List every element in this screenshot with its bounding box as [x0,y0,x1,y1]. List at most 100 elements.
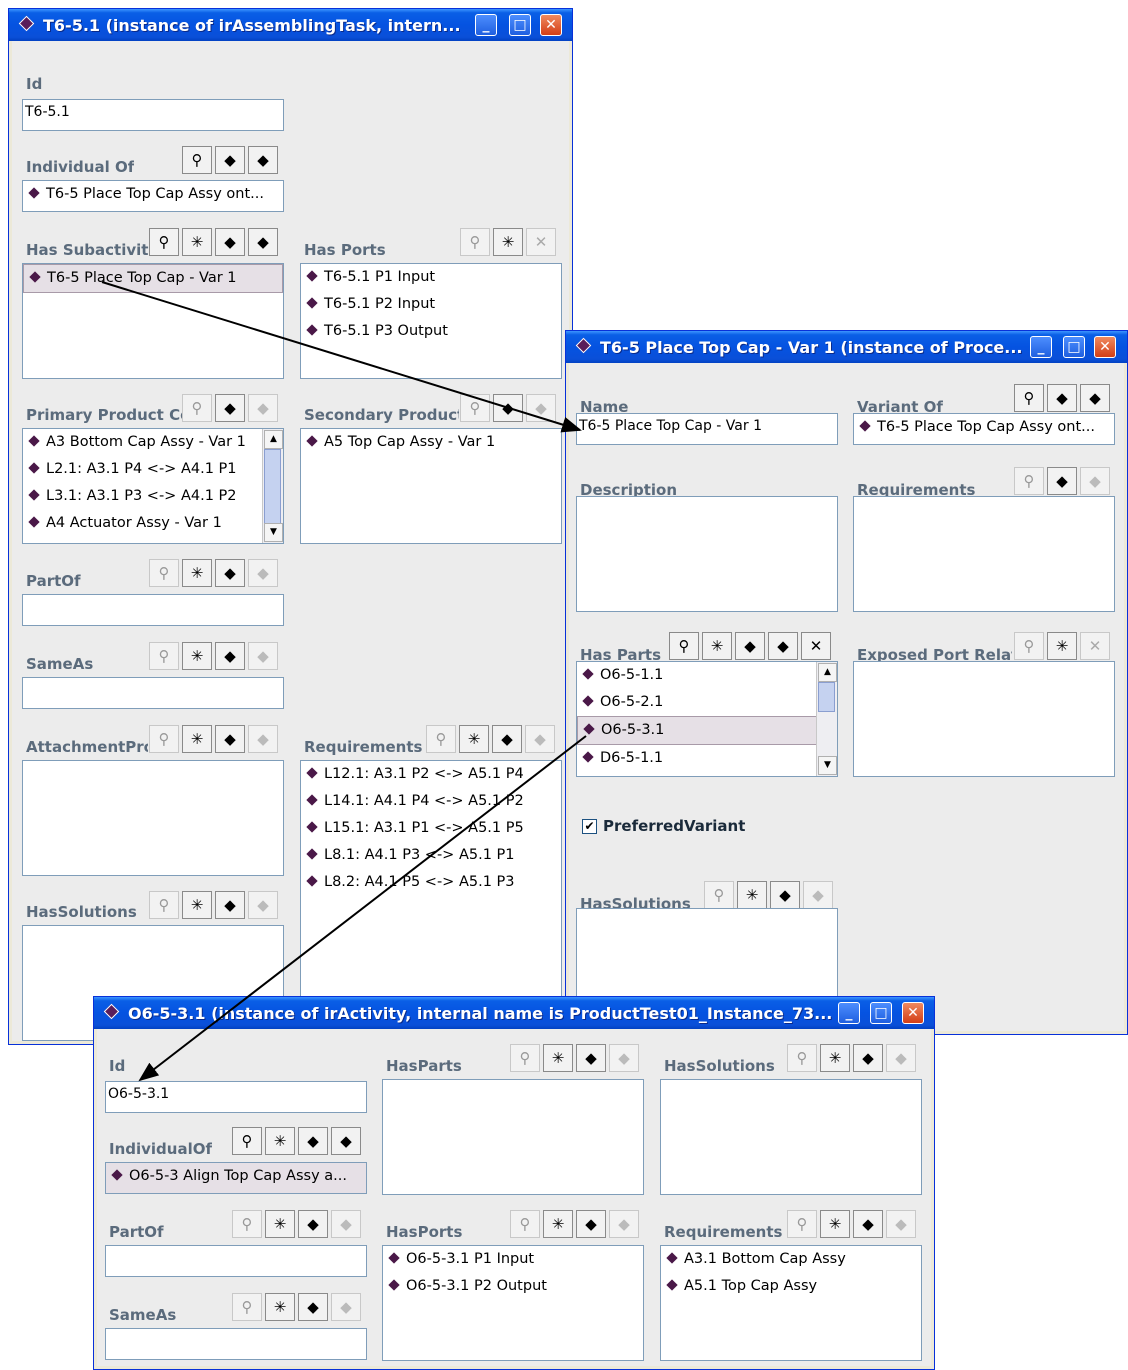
add-icon[interactable]: ◆ [298,1127,328,1155]
find-icon[interactable]: ⚲ [232,1210,262,1238]
close-button[interactable]: ✕ [902,1002,924,1024]
title-bar[interactable]: T6-5 Place Top Cap - Var 1 (instance of … [566,331,1127,363]
name-field[interactable]: T6-5 Place Top Cap - Var 1 [576,413,838,445]
remove-icon[interactable]: ◆ [1080,384,1110,412]
description-field[interactable] [576,496,838,612]
primary-product-list[interactable]: A3 Bottom Cap Assy - Var 1 L2.1: A3.1 P4… [22,428,284,544]
list-item[interactable]: O6-5-3.1 P1 Input [383,1246,643,1273]
list-item[interactable]: L8.1: A4.1 P3 <-> A5.1 P1 [301,842,561,869]
add-icon[interactable]: ◆ [853,1044,883,1072]
find-icon[interactable]: ⚲ [460,394,490,422]
add-icon[interactable]: ◆ [215,559,245,587]
find-icon[interactable]: ⚲ [704,881,734,909]
title-bar[interactable]: T6-5.1 (instance of irAssemblingTask, in… [9,9,572,41]
list-item[interactable]: L12.1: A3.1 P2 <-> A5.1 P4 [301,761,561,788]
find-icon[interactable]: ⚲ [149,228,179,256]
create-icon[interactable]: ✳ [543,1044,573,1072]
add-icon[interactable]: ◆ [735,632,765,660]
remove-icon[interactable]: ◆ [331,1210,361,1238]
find-icon[interactable]: ⚲ [182,394,212,422]
delete-icon[interactable]: ✕ [801,632,831,660]
sameas-field[interactable] [105,1328,367,1360]
minimize-button[interactable]: _ [1030,336,1052,358]
close-button[interactable]: ✕ [1094,336,1116,358]
add-icon[interactable]: ◆ [1047,467,1077,495]
add-icon[interactable]: ◆ [770,881,800,909]
remove-icon[interactable]: ◆ [248,725,278,753]
list-item[interactable]: O6-5-2.1 [577,689,837,716]
secondary-product-list[interactable]: A5 Top Cap Assy - Var 1 [300,428,562,544]
exposed-port-list[interactable] [853,661,1115,777]
partof-field[interactable] [22,594,284,626]
create-icon[interactable]: ✳ [459,725,489,753]
create-icon[interactable]: ✳ [1047,632,1077,660]
list-item[interactable]: T6-5 Place Top Cap - Var 1 [23,264,283,293]
create-icon[interactable]: ✳ [820,1210,850,1238]
create-icon[interactable]: ✳ [493,228,523,256]
remove-icon[interactable]: ◆ [248,146,278,174]
create-icon[interactable]: ✳ [820,1044,850,1072]
find-icon[interactable]: ⚲ [426,725,456,753]
add-icon[interactable]: ◆ [493,394,523,422]
create-icon[interactable]: ✳ [265,1127,295,1155]
list-item[interactable]: L15.1: A3.1 P1 <-> A5.1 P5 [301,815,561,842]
list-item[interactable]: A3.1 Bottom Cap Assy [661,1246,921,1273]
hasports-list[interactable]: O6-5-3.1 P1 Input O6-5-3.1 P2 Output [382,1245,644,1361]
add-icon[interactable]: ◆ [576,1210,606,1238]
add-icon[interactable]: ◆ [215,146,245,174]
add-icon[interactable]: ◆ [215,891,245,919]
partof-field[interactable] [105,1245,367,1277]
list-item[interactable]: L2.1: A3.1 P4 <-> A4.1 P1 [23,456,283,483]
maximize-button[interactable]: □ [870,1002,892,1024]
remove-icon[interactable]: ◆ [1080,467,1110,495]
remove-icon[interactable]: ◆ [886,1210,916,1238]
find-icon[interactable]: ⚲ [510,1210,540,1238]
list-item[interactable]: O6-5-1.1 [577,662,837,689]
add-icon[interactable]: ◆ [215,228,245,256]
list-item[interactable]: A3 Bottom Cap Assy - Var 1 [23,429,283,456]
requirements-list[interactable] [853,496,1115,612]
remove-icon[interactable]: ◆ [525,725,555,753]
remove-icon[interactable]: ◆ [248,228,278,256]
create-icon[interactable]: ✳ [182,559,212,587]
create-icon[interactable]: ✳ [182,725,212,753]
add-icon[interactable]: ◆ [576,1044,606,1072]
list-item[interactable]: L8.2: A4.1 P5 <-> A5.1 P3 [301,869,561,896]
find-icon[interactable]: ⚲ [1014,467,1044,495]
scrollbar[interactable]: ▲ ▼ [816,662,837,776]
list-item[interactable]: D6-5-1.1 [577,745,837,772]
find-icon[interactable]: ⚲ [460,228,490,256]
list-item[interactable]: A4 Actuator Assy - Var 1 [23,510,283,537]
remove-icon[interactable]: ◆ [331,1127,361,1155]
add-icon[interactable]: ◆ [215,725,245,753]
find-icon[interactable]: ⚲ [149,891,179,919]
add-icon[interactable]: ◆ [215,394,245,422]
create-icon[interactable]: ✳ [182,642,212,670]
delete-icon[interactable]: ✕ [1080,632,1110,660]
create-icon[interactable]: ✳ [543,1210,573,1238]
add-icon[interactable]: ◆ [1047,384,1077,412]
find-icon[interactable]: ⚲ [669,632,699,660]
find-icon[interactable]: ⚲ [787,1044,817,1072]
remove-icon[interactable]: ◆ [609,1044,639,1072]
maximize-button[interactable]: □ [1063,336,1085,358]
list-item[interactable]: O6-5-3.1 [577,716,837,745]
find-icon[interactable]: ⚲ [232,1127,262,1155]
remove-icon[interactable]: ◆ [248,642,278,670]
individual-of-field[interactable]: T6-5 Place Top Cap Assy ont... [22,180,284,212]
remove-icon[interactable]: ◆ [609,1210,639,1238]
create-icon[interactable]: ✳ [265,1293,295,1321]
remove-icon[interactable]: ◆ [803,881,833,909]
close-button[interactable]: ✕ [540,14,562,36]
create-icon[interactable]: ✳ [265,1210,295,1238]
create-icon[interactable]: ✳ [702,632,732,660]
add-icon[interactable]: ◆ [298,1210,328,1238]
remove-icon[interactable]: ◆ [768,632,798,660]
maximize-button[interactable]: □ [509,14,531,36]
hasparts-list[interactable] [382,1079,644,1195]
create-icon[interactable]: ✳ [182,891,212,919]
remove-icon[interactable]: ◆ [331,1293,361,1321]
list-item[interactable]: L14.1: A4.1 P4 <-> A5.1 P2 [301,788,561,815]
delete-icon[interactable]: ✕ [526,228,556,256]
hassolutions-list[interactable] [660,1079,922,1195]
